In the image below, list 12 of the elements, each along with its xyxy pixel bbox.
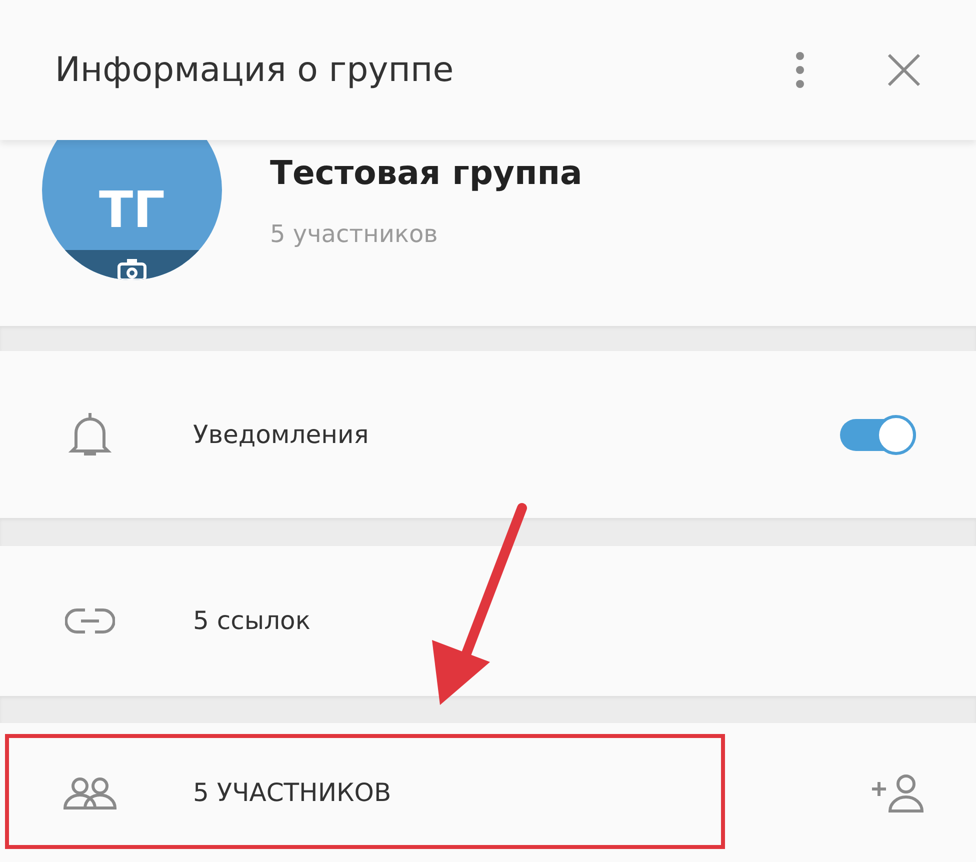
close-icon[interactable] (887, 53, 921, 87)
link-icon (64, 606, 114, 636)
row-label[interactable]: 5 УЧАСТНИКОВ (193, 774, 868, 812)
member-count: 5 участников (270, 218, 439, 250)
row-label[interactable]: 5 ссылок (193, 602, 976, 640)
people-icon (62, 776, 118, 810)
group-name: Тестовая группа (270, 152, 582, 194)
camera-icon[interactable] (117, 258, 147, 280)
bell-icon (68, 410, 112, 458)
window-title: Информация о группе (55, 48, 455, 92)
more-icon[interactable] (793, 50, 807, 90)
row-label[interactable]: Уведомления (193, 416, 840, 454)
